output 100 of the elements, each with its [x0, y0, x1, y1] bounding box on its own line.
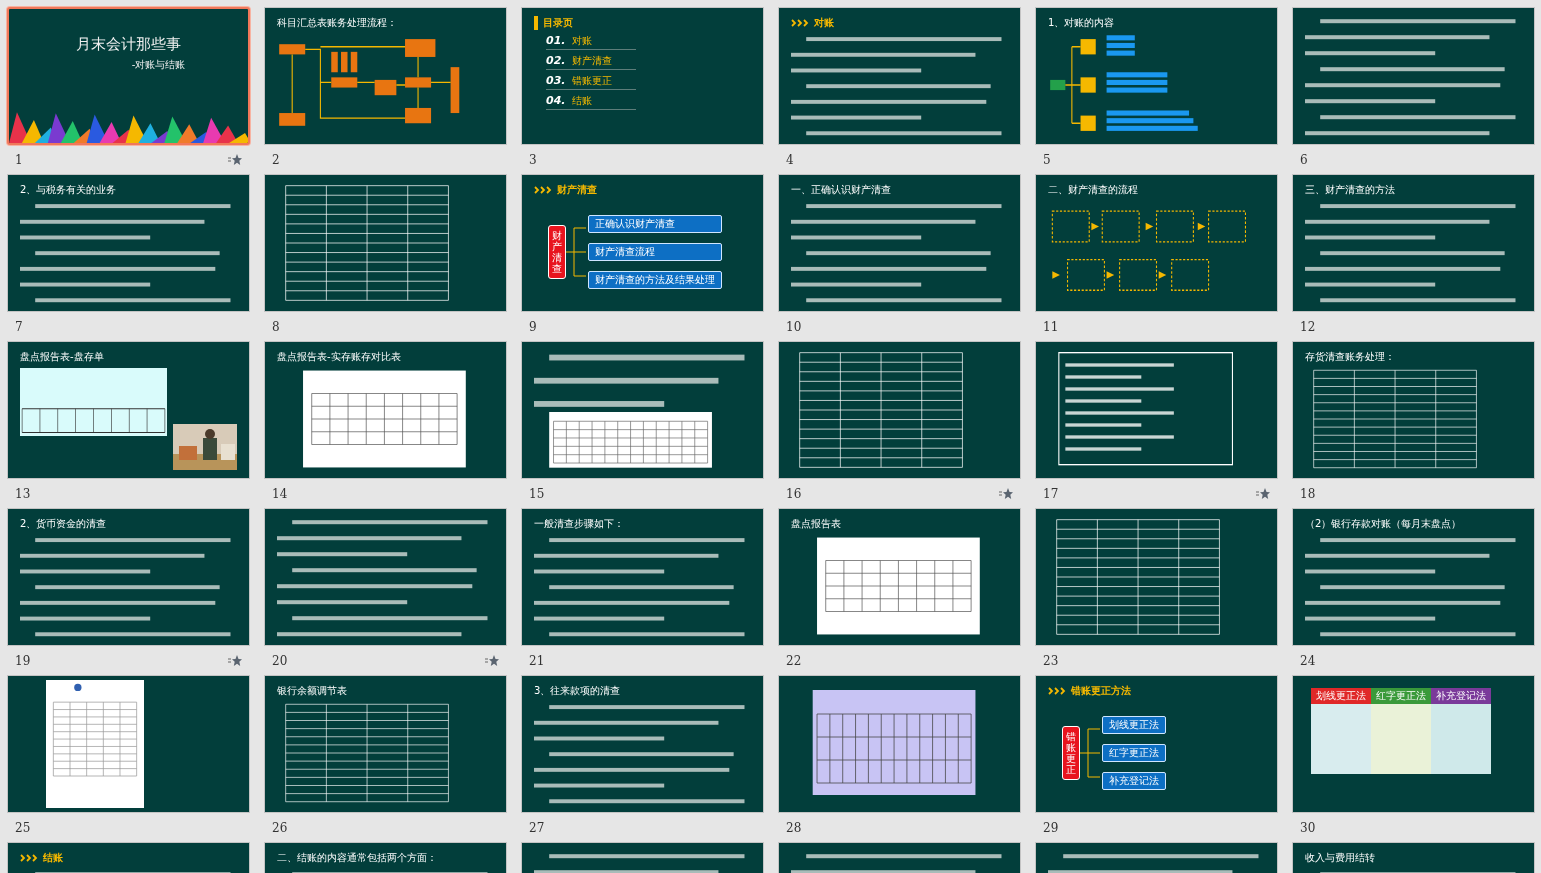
slide-heading: 3、往来款项的清查 — [534, 684, 621, 698]
slide-thumbnail[interactable]: 存货清查账务处理： — [1292, 341, 1535, 479]
column-body — [1311, 704, 1371, 774]
accent-bar — [534, 16, 538, 30]
slide-number: 12 — [1300, 319, 1316, 334]
slide-thumbnail[interactable] — [778, 341, 1021, 479]
slide-number: 2 — [272, 152, 280, 167]
slide-number: 8 — [272, 319, 280, 334]
animation-icon — [228, 654, 242, 667]
slide-number: 1 — [15, 152, 23, 167]
animation-icon — [999, 487, 1013, 500]
slide-title: 月末会计那些事 — [76, 35, 181, 54]
slide-heading: 对账 — [814, 16, 834, 30]
slide-number: 9 — [529, 319, 537, 334]
slide-heading: 一、正确认识财产清查 — [791, 183, 891, 197]
slide-thumbnail[interactable]: （2）银行存款对账（每月末盘点） — [1292, 508, 1535, 646]
slide-number: 17 — [1043, 486, 1059, 501]
slide-thumbnail[interactable]: 划线更正法 红字更正法 补充登记法 — [1292, 675, 1535, 813]
chevrons-icon — [791, 19, 809, 27]
slide-heading: 盘点报告表-盘存单 — [20, 350, 104, 364]
slide-thumbnail[interactable] — [778, 675, 1021, 813]
slide-number: 30 — [1300, 820, 1316, 835]
slide-number: 28 — [786, 820, 802, 835]
chevrons-icon — [20, 854, 38, 862]
slide-thumbnail[interactable]: 2、与税务有关的业务 — [7, 174, 250, 312]
slide-number: 20 — [272, 653, 288, 668]
slide-heading: 盘点报告表-实存账存对比表 — [277, 350, 401, 364]
slide-number: 25 — [15, 820, 31, 835]
slide-number: 18 — [1300, 486, 1316, 501]
slide-number: 6 — [1300, 152, 1308, 167]
slide-thumbnail[interactable]: 目录页 01. 对账 02. 财产清查 03. 错账更正 04. 结账 — [521, 7, 764, 145]
topic-box: 正确认识财产清查 — [588, 215, 722, 233]
slide-number: 7 — [15, 319, 23, 334]
slide-thumbnail[interactable] — [1292, 7, 1535, 145]
toc-number: 04. — [546, 94, 566, 107]
slide-number: 5 — [1043, 152, 1051, 167]
topic-box: 红字更正法 — [1102, 744, 1166, 762]
slide-number: 13 — [15, 486, 31, 501]
slide-number: 19 — [15, 653, 31, 668]
topic-box: 划线更正法 — [1102, 716, 1166, 734]
slide-thumbnail[interactable]: 银行余额调节表 — [264, 675, 507, 813]
column-body — [1431, 704, 1491, 774]
slide-thumbnail[interactable] — [7, 675, 250, 813]
slide-thumbnail[interactable] — [264, 174, 507, 312]
animation-icon — [228, 153, 242, 166]
slide-thumbnail[interactable] — [1035, 341, 1278, 479]
column-header: 红字更正法 — [1371, 688, 1431, 704]
slide-subtitle: -对账与结账 — [131, 58, 186, 72]
slide-number: 10 — [786, 319, 802, 334]
column-header: 补充登记法 — [1431, 688, 1491, 704]
slide-thumbnail[interactable]: 盘点报告表-实存账存对比表 — [264, 341, 507, 479]
slide-heading: 二、结账的内容通常包括两个方面： — [277, 851, 437, 865]
slide-heading: 结账 — [43, 851, 63, 865]
slide-thumbnail[interactable]: 结账 — [7, 842, 250, 873]
slide-thumbnail[interactable]: 月末会计那些事 -对账与结账 — [7, 7, 250, 145]
slide-thumbnail[interactable] — [264, 508, 507, 646]
slide-thumbnail[interactable]: 财产清查 财产清查 正确认识财产清查 财产清查流程 财产清查的方法及结果处理 — [521, 174, 764, 312]
slide-heading: 收入与费用结转 — [1305, 851, 1375, 865]
slide-thumbnail[interactable]: 三、财产清查的方法 — [1292, 174, 1535, 312]
slide-thumbnail[interactable]: 一般清查步骤如下： — [521, 508, 764, 646]
slide-thumbnail[interactable]: 二、财产清查的流程 — [1035, 174, 1278, 312]
toc-label: 结账 — [571, 94, 592, 108]
slide-heading: 1、对账的内容 — [1048, 16, 1115, 30]
slide-number: 16 — [786, 486, 802, 501]
slide-thumbnail[interactable] — [521, 341, 764, 479]
slide-thumbnail[interactable]: 盘点报告表-盘存单 — [7, 341, 250, 479]
slide-thumbnail[interactable] — [1035, 508, 1278, 646]
slide-thumbnail[interactable]: 1、对账的内容 — [1035, 7, 1278, 145]
slide-number: 27 — [529, 820, 545, 835]
animation-icon — [485, 654, 499, 667]
toc-label: 财产清查 — [571, 54, 612, 68]
slide-heading: （2）银行存款对账（每月末盘点） — [1305, 517, 1462, 531]
root-box: 财产清查 — [548, 225, 566, 279]
slide-heading: 2、货币资金的清查 — [20, 517, 107, 531]
topic-box: 财产清查的方法及结果处理 — [588, 271, 722, 289]
slide-heading: 财产清查 — [557, 183, 597, 197]
slide-heading: 目录页 — [543, 16, 573, 30]
toc-number: 01. — [546, 34, 566, 47]
slide-thumbnail[interactable]: 收入与费用结转 — [1292, 842, 1535, 873]
slide-number: 24 — [1300, 653, 1316, 668]
slide-number: 29 — [1043, 820, 1059, 835]
slide-thumbnail[interactable]: 对账 — [778, 7, 1021, 145]
slide-thumbnail[interactable]: 错账更正方法 错账更正 划线更正法 红字更正法 补充登记法 — [1035, 675, 1278, 813]
slide-thumbnail[interactable]: 2、货币资金的清查 — [7, 508, 250, 646]
slide-heading: 盘点报告表 — [791, 517, 841, 531]
slide-thumbnail[interactable]: 3、往来款项的清查 — [521, 675, 764, 813]
slide-thumbnail[interactable]: 一、正确认识财产清查 — [778, 174, 1021, 312]
animation-icon — [1256, 487, 1270, 500]
toc-label: 错账更正 — [571, 74, 612, 88]
slide-number: 21 — [529, 653, 545, 668]
column-header: 划线更正法 — [1311, 688, 1371, 704]
slide-thumbnail[interactable]: 科目汇总表账务处理流程： — [264, 7, 507, 145]
slide-number: 22 — [786, 653, 802, 668]
slide-thumbnail[interactable]: 盘点报告表 — [778, 508, 1021, 646]
slide-heading: 三、财产清查的方法 — [1305, 183, 1395, 197]
slide-number: 3 — [529, 152, 537, 167]
slide-thumbnail[interactable]: 二、结账的内容通常包括两个方面： — [264, 842, 507, 873]
toc-number: 02. — [546, 54, 566, 67]
chevrons-icon — [534, 186, 552, 194]
toc-number: 03. — [546, 74, 566, 87]
